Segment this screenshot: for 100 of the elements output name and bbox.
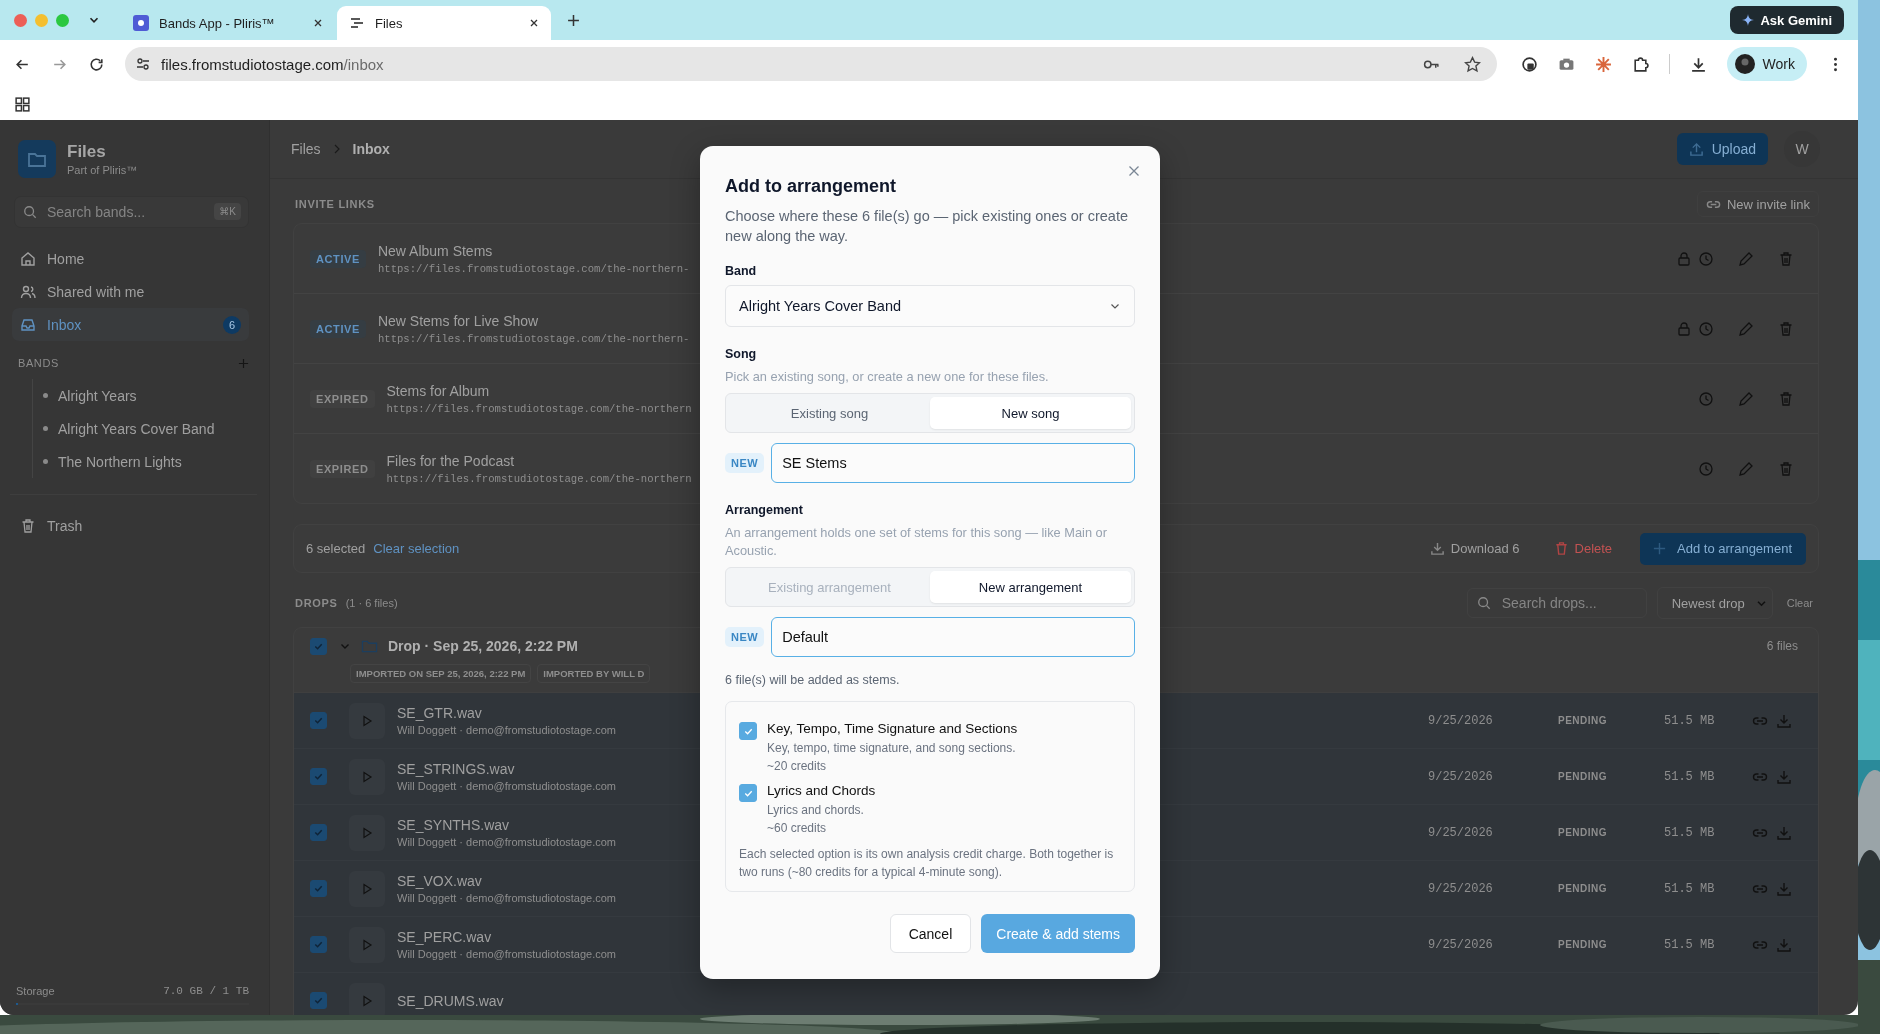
search-icon	[23, 205, 37, 219]
trash-icon[interactable]	[1778, 250, 1794, 267]
lines-icon	[349, 15, 365, 31]
play-button[interactable]	[349, 758, 385, 795]
lock-icon[interactable]	[1676, 250, 1692, 267]
new-tab-icon[interactable]	[567, 13, 580, 27]
download-icon[interactable]	[1689, 55, 1707, 73]
clear-selection-link[interactable]: Clear selection	[373, 541, 460, 556]
nav-item[interactable]: Inbox 6	[12, 308, 249, 341]
checkbox[interactable]	[310, 992, 327, 1009]
checkbox[interactable]	[739, 722, 757, 740]
play-button[interactable]	[349, 814, 385, 851]
check-icon	[313, 827, 324, 838]
play-button[interactable]	[349, 926, 385, 963]
drop-count: (1 · 6 files)	[345, 597, 398, 609]
file-date: 9/25/2026	[1428, 825, 1494, 840]
band-item[interactable]: Alright Years	[43, 379, 249, 412]
file-owner: Will Doggett · demo@fromstudiotostage.com	[397, 892, 617, 904]
file-owner: Will Doggett · demo@fromstudiotostage.com	[397, 948, 617, 960]
breadcrumb-item[interactable]: Inbox	[352, 141, 390, 157]
browser-tab[interactable]: Bands App - Pliris™	[121, 6, 335, 40]
url-text: files.fromstudiotostage.com/inbox	[161, 55, 384, 73]
nav-item[interactable]: Home	[12, 242, 249, 275]
segment-option[interactable]: New song	[930, 397, 1131, 429]
pencil-icon[interactable]	[1738, 250, 1754, 267]
burst-icon[interactable]	[1594, 55, 1612, 73]
clock-icon[interactable]	[1698, 390, 1714, 407]
extension-icon[interactable]	[1520, 55, 1538, 73]
app-icon	[133, 15, 149, 31]
browser-tab[interactable]: Files	[337, 6, 551, 40]
checkbox[interactable]	[310, 637, 327, 655]
trash-icon[interactable]	[1778, 460, 1794, 477]
reload-icon[interactable]	[88, 55, 105, 73]
dialog-title: Add to arrangement	[725, 176, 898, 197]
invite-url: https://files.fromstudiotostage.com/the-northern	[386, 472, 692, 485]
nav-item[interactable]: Shared with me	[12, 275, 249, 308]
profile-button[interactable]: Work	[1726, 47, 1807, 81]
band-select[interactable]: Alright Years Cover Band	[725, 285, 1135, 327]
checkbox[interactable]	[310, 880, 327, 897]
home-icon	[20, 250, 36, 267]
file-name: SE_STRINGS.wav	[397, 761, 516, 777]
window-minimize-button[interactable]	[35, 13, 48, 27]
star-icon[interactable]	[1463, 55, 1481, 73]
clock-icon[interactable]	[1698, 320, 1714, 337]
name-input[interactable]: Default	[771, 617, 1135, 657]
option-description: Key, tempo, time signature, and song sections.	[767, 740, 1017, 757]
app-name: Files	[67, 142, 107, 162]
close-icon[interactable]	[313, 18, 323, 28]
avatar-icon	[1734, 54, 1755, 74]
search-drops-field[interactable]: Search drops...	[1466, 588, 1647, 618]
play-button[interactable]	[349, 982, 385, 1015]
site-settings-icon[interactable]	[135, 56, 151, 72]
checkbox[interactable]	[310, 936, 327, 953]
options-note: Each selected option is its own analysis credit charge. Both together is two runs (~80 credits for a typical 4-minute song).	[739, 846, 1115, 881]
clock-icon[interactable]	[1698, 250, 1714, 267]
lock-icon[interactable]	[1676, 320, 1692, 337]
new-badge: NEW	[725, 627, 765, 647]
nav-item[interactable]: Trash	[12, 509, 249, 542]
upload-button[interactable]: Upload	[1676, 133, 1768, 165]
address-bar[interactable]: files.fromstudiotostage.com/inbox	[125, 47, 1497, 81]
file-status: PENDING	[1558, 939, 1609, 950]
close-icon[interactable]	[529, 18, 539, 28]
checkbox[interactable]	[739, 784, 757, 802]
file-size: 51.5 MB	[1664, 881, 1716, 896]
new-invite-link-button[interactable]: New invite link	[1696, 191, 1819, 217]
window-zoom-button[interactable]	[56, 13, 69, 27]
clock-icon[interactable]	[1698, 460, 1714, 477]
sort-select[interactable]: Newest drop	[1656, 587, 1773, 619]
summary-text: 6 file(s) will be added as stems.	[725, 673, 901, 687]
file-count: 6 files	[1766, 639, 1798, 653]
trash-icon[interactable]	[1778, 390, 1794, 407]
cancel-button[interactable]: Cancel	[889, 914, 972, 953]
download-button[interactable]: Download 6	[1423, 540, 1526, 557]
check-icon	[313, 939, 324, 950]
pencil-icon[interactable]	[1738, 460, 1754, 477]
add-icon[interactable]	[238, 357, 249, 369]
checkbox[interactable]	[310, 768, 327, 785]
ask-gemini-button[interactable]: Ask Gemini	[1730, 6, 1844, 34]
band-item[interactable]: The Northern Lights	[43, 445, 249, 478]
checkbox[interactable]	[310, 824, 327, 841]
trash-icon[interactable]	[1778, 320, 1794, 337]
apps-grid-icon[interactable]	[14, 95, 31, 113]
segment-option[interactable]: Existing song	[729, 397, 930, 429]
name-input[interactable]: SE Stems	[771, 443, 1135, 483]
file-owner: Will Doggett · demo@fromstudiotostage.com	[397, 780, 617, 792]
puzzle-icon[interactable]	[1631, 55, 1649, 73]
segment-option[interactable]: New arrangement	[930, 571, 1131, 603]
field-label: Arrangement	[725, 503, 804, 517]
window-close-button[interactable]	[14, 13, 27, 27]
band-item[interactable]: Alright Years Cover Band	[43, 412, 249, 445]
clear-filters-link[interactable]: Clear	[1786, 597, 1813, 609]
breadcrumb-item[interactable]: Files	[291, 141, 321, 157]
pencil-icon[interactable]	[1738, 390, 1754, 407]
play-button[interactable]	[349, 870, 385, 907]
add-to-arrangement-button[interactable]: Add to arrangement	[1640, 532, 1806, 565]
play-button[interactable]	[349, 702, 385, 739]
file-name: SE_GTR.wav	[397, 705, 483, 721]
checkbox[interactable]	[310, 712, 327, 729]
field-label: Band	[725, 264, 758, 278]
pencil-icon[interactable]	[1738, 320, 1754, 337]
